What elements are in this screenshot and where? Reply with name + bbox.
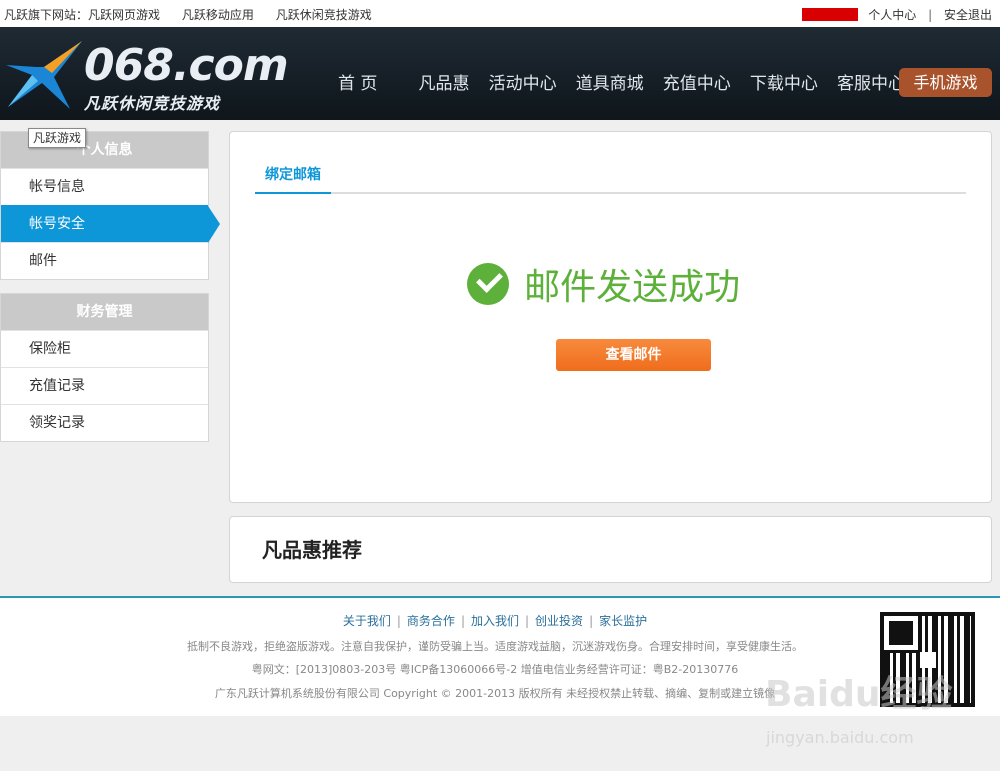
footer-link-join[interactable]: 加入我们 bbox=[471, 614, 519, 628]
tab-divider bbox=[255, 192, 966, 194]
footer-notice: 抵制不良游戏，拒绝盗版游戏。注意自我保护，谨防受骗上当。适度游戏益脑，沉迷游戏伤… bbox=[187, 640, 803, 653]
main-nav: 首 页 凡品惠 活动中心 道具商城 充值中心 下载中心 客服中心 bbox=[338, 69, 919, 94]
logo-star-icon[interactable] bbox=[4, 37, 84, 112]
nav-shop[interactable]: 道具商城 bbox=[576, 74, 644, 94]
sidebar-item-account-security[interactable]: 帐号安全 bbox=[1, 205, 220, 243]
footer-link-parental[interactable]: 家长监护 bbox=[599, 614, 647, 628]
user-links: 个人中心 | 安全退出 bbox=[802, 6, 992, 23]
logo-subtitle: 凡跃休闲竞技游戏 bbox=[84, 94, 221, 113]
footer-link-about[interactable]: 关于我们 bbox=[343, 614, 391, 628]
sidebar-item-recharge-records[interactable]: 充值记录 bbox=[1, 367, 208, 404]
tab-bind-email[interactable]: 绑定邮箱 bbox=[255, 164, 331, 194]
bind-email-panel: 绑定邮箱 邮件发送成功 查看邮件 bbox=[229, 131, 992, 503]
site-link-casual-games[interactable]: 凡跃休闲竞技游戏 bbox=[276, 8, 372, 22]
site-link-mobile-apps[interactable]: 凡跃移动应用 bbox=[182, 8, 254, 22]
site-link-web-games[interactable]: 凡跃旗下网站：凡跃网页游戏 bbox=[4, 8, 160, 22]
divider: | bbox=[589, 614, 594, 628]
nav-home[interactable]: 首 页 bbox=[338, 74, 377, 94]
success-message: 邮件发送成功 bbox=[467, 258, 740, 310]
sidebar-item-safe[interactable]: 保险柜 bbox=[1, 330, 208, 367]
view-mail-button[interactable]: 查看邮件 bbox=[556, 339, 711, 371]
footer-links: 关于我们 | 商务合作 | 加入我们 | 创业投资 | 家长监护 bbox=[0, 612, 990, 629]
tooltip: 凡跃游戏 bbox=[28, 128, 87, 148]
mobile-games-button[interactable]: 手机游戏 bbox=[899, 68, 992, 97]
recommend-title: 凡品惠推荐 bbox=[262, 538, 362, 562]
sidebar-item-prize-records[interactable]: 领奖记录 bbox=[1, 404, 208, 441]
footer-link-business[interactable]: 商务合作 bbox=[407, 614, 455, 628]
top-bar: 凡跃旗下网站：凡跃网页游戏 凡跃移动应用 凡跃休闲竞技游戏 个人中心 | 安全退… bbox=[0, 0, 1000, 27]
check-circle-icon bbox=[467, 263, 509, 305]
footer-link-invest[interactable]: 创业投资 bbox=[535, 614, 583, 628]
site-header: 068.com 凡跃休闲竞技游戏 首 页 凡品惠 活动中心 道具商城 充值中心 … bbox=[0, 27, 1000, 120]
sidebar-group-finance: 财务管理 保险柜 充值记录 领奖记录 bbox=[0, 293, 209, 442]
watermark-url: jingyan.baidu.com bbox=[766, 728, 914, 747]
divider: | bbox=[525, 614, 530, 628]
sidebar-item-mail[interactable]: 邮件 bbox=[1, 242, 208, 279]
watermark: Baidu经验 bbox=[765, 674, 953, 715]
nav-fanpinhui[interactable]: 凡品惠 bbox=[419, 74, 470, 94]
username-badge[interactable] bbox=[802, 8, 859, 21]
divider: | bbox=[460, 614, 465, 628]
sidebar-group-title: 财务管理 bbox=[1, 294, 208, 330]
divider: | bbox=[928, 8, 933, 22]
logo-text[interactable]: 068.com bbox=[84, 41, 289, 91]
logout-link[interactable]: 安全退出 bbox=[944, 8, 992, 22]
nav-support[interactable]: 客服中心 bbox=[837, 74, 905, 94]
nav-events[interactable]: 活动中心 bbox=[489, 74, 557, 94]
sidebar-group-personal: 个人信息 帐号信息 帐号安全 邮件 bbox=[0, 131, 220, 280]
success-text: 邮件发送成功 bbox=[524, 267, 741, 308]
sidebar-item-account-info[interactable]: 帐号信息 bbox=[1, 168, 208, 205]
sister-sites: 凡跃旗下网站：凡跃网页游戏 凡跃移动应用 凡跃休闲竞技游戏 bbox=[4, 6, 390, 23]
nav-recharge[interactable]: 充值中心 bbox=[663, 74, 731, 94]
recommend-panel: 凡品惠推荐 bbox=[229, 516, 992, 583]
user-center-link[interactable]: 个人中心 bbox=[868, 8, 916, 22]
divider: | bbox=[396, 614, 401, 628]
nav-download[interactable]: 下载中心 bbox=[750, 74, 818, 94]
